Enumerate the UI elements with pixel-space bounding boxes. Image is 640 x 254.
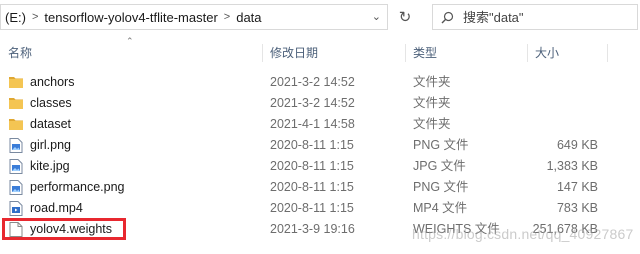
column-name[interactable]: 名称 [0, 42, 262, 64]
image-file-icon [9, 180, 23, 195]
file-name: classes [30, 96, 72, 110]
search-icon [441, 11, 461, 24]
file-type: MP4 文件 [413, 201, 468, 215]
file-type: PNG 文件 [413, 180, 469, 194]
column-date[interactable]: 修改日期 [262, 42, 405, 64]
refresh-icon[interactable]: ↻ [392, 4, 418, 30]
file-row[interactable]: dataset 2021-4-1 14:58 文件夹 [0, 114, 640, 135]
address-row: (E:) > tensorflow-yolov4-tflite-master >… [0, 0, 640, 36]
file-date: 2020-8-11 1:15 [270, 159, 354, 173]
image-file-icon [9, 159, 23, 174]
search-input[interactable] [461, 8, 625, 26]
chevron-down-icon[interactable]: ⌄ [372, 10, 381, 23]
file-row[interactable]: performance.png 2020-8-11 1:15 PNG 文件 14… [0, 177, 640, 198]
file-date: 2021-3-9 19:16 [270, 222, 355, 236]
chevron-right-icon[interactable]: > [222, 11, 232, 23]
column-type[interactable]: 类型 [405, 42, 527, 64]
search-box[interactable] [432, 4, 638, 30]
file-date: 2021-4-1 14:58 [270, 117, 355, 131]
address-bar[interactable]: (E:) > tensorflow-yolov4-tflite-master >… [0, 4, 388, 30]
file-name: dataset [30, 117, 72, 131]
file-row[interactable]: anchors 2021-3-2 14:52 文件夹 [0, 72, 640, 93]
file-type: 文件夹 [413, 117, 451, 131]
file-row[interactable]: girl.png 2020-8-11 1:15 PNG 文件 649 KB [0, 135, 640, 156]
file-row[interactable]: classes 2021-3-2 14:52 文件夹 [0, 93, 640, 114]
file-name: road.mp4 [30, 201, 83, 215]
file-type: JPG 文件 [413, 159, 466, 173]
file-row[interactable]: road.mp4 2020-8-11 1:15 MP4 文件 783 KB [0, 198, 640, 219]
image-file-icon [9, 138, 23, 153]
current-folder-crumb[interactable]: data [232, 10, 265, 25]
file-name: anchors [30, 75, 75, 89]
file-list: anchors 2021-3-2 14:52 文件夹 classes 2021-… [0, 72, 640, 240]
red-highlight-box [2, 218, 126, 240]
column-header: 名称 修改日期 类型 大小 [0, 42, 640, 64]
column-size[interactable]: 大小 [527, 42, 607, 64]
file-size: 147 KB [556, 180, 598, 194]
file-name: performance.png [30, 180, 125, 194]
file-size: 1,383 KB [546, 159, 598, 173]
file-size: 783 KB [556, 201, 598, 215]
file-name: girl.png [30, 138, 71, 152]
file-date: 2021-3-2 14:52 [270, 96, 355, 110]
file-name: kite.jpg [30, 159, 70, 173]
file-date: 2020-8-11 1:15 [270, 201, 354, 215]
watermark-text: https://blog.csdn.net/qq_40927867 [412, 226, 634, 242]
chevron-right-icon[interactable]: > [30, 11, 40, 23]
folder-icon [9, 75, 23, 90]
file-size: 649 KB [556, 138, 598, 152]
file-date: 2020-8-11 1:15 [270, 138, 354, 152]
file-type: 文件夹 [413, 96, 451, 110]
folder-icon [9, 117, 23, 132]
file-row[interactable]: kite.jpg 2020-8-11 1:15 JPG 文件 1,383 KB [0, 156, 640, 177]
drive-crumb[interactable]: (E:) [1, 10, 30, 25]
file-date: 2020-8-11 1:15 [270, 180, 354, 194]
video-file-icon [9, 201, 23, 216]
file-type: PNG 文件 [413, 138, 469, 152]
file-date: 2021-3-2 14:52 [270, 75, 355, 89]
file-type: 文件夹 [413, 75, 451, 89]
column-divider[interactable] [607, 44, 608, 62]
folder-crumb[interactable]: tensorflow-yolov4-tflite-master [40, 10, 221, 25]
folder-icon [9, 96, 23, 111]
